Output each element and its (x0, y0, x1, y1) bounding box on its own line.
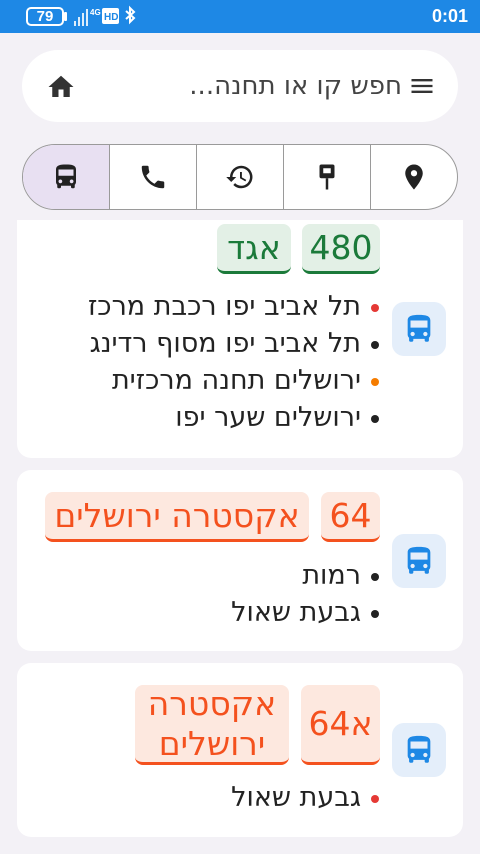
category-tabs (22, 144, 458, 210)
line-number-badge: 480 (302, 224, 380, 274)
menu-icon[interactable] (408, 72, 436, 100)
bus-stop-sign-icon (319, 164, 335, 190)
battery-indicator: 79 (26, 7, 64, 26)
bus-icon (407, 546, 431, 574)
hd-label: HD (104, 12, 118, 23)
route-card[interactable]: 64א אקסטרה ירושלים גבעת שאול (17, 663, 463, 837)
search-bar (22, 50, 458, 122)
operator-badge: אקסטרה ירושלים (45, 492, 309, 542)
stop-name: ירושלים תחנה מרכזית (111, 365, 361, 396)
home-icon[interactable] (46, 72, 76, 102)
signal-icon (74, 9, 88, 26)
battery-tip (64, 12, 67, 21)
clock: 0:01 (431, 6, 468, 26)
route-card[interactable]: 480 אגד תל אביב יפו רכבת מרכז תל אביב יפ… (17, 220, 463, 458)
network-type-label: 4G (90, 8, 101, 17)
bluetooth-icon (125, 5, 136, 25)
route-bus-icon (392, 534, 446, 588)
stop-name: תל אביב יפו רכבת מרכז (87, 291, 361, 322)
stop-dot (371, 341, 379, 349)
line-number-badge: 64 (321, 492, 380, 542)
list-item: גבעת שאול (231, 594, 379, 631)
bus-icon (407, 735, 431, 763)
tab-stops[interactable] (283, 145, 370, 209)
tab-buses[interactable] (23, 145, 109, 209)
route-bus-icon (392, 723, 446, 777)
stop-dot (371, 415, 379, 423)
status-icons: 4G HD (74, 5, 136, 26)
search-input[interactable] (102, 66, 402, 106)
stop-dot (371, 378, 379, 386)
operator-badge: אקסטרה ירושלים (135, 684, 289, 765)
list-item: ירושלים תחנה מרכזית (88, 362, 379, 399)
hd-icon: HD (102, 8, 119, 24)
status-bar: 79 4G HD 0:01 (0, 0, 480, 33)
stop-dot (371, 610, 379, 618)
list-item: ירושלים שער יפו (88, 399, 379, 436)
list-item: גבעת שאול (231, 779, 379, 816)
list-item: תל אביב יפו רכבת מרכז (88, 288, 379, 325)
bus-icon (56, 164, 76, 189)
stop-name: גבעת שאול (231, 782, 361, 813)
route-bus-icon (392, 302, 446, 356)
operator-badge: אגד (217, 224, 291, 274)
stop-dot (371, 573, 379, 581)
bus-icon (407, 314, 431, 342)
stop-dot (371, 304, 379, 312)
stop-list: תל אביב יפו רכבת מרכז תל אביב יפו מסוף ר… (88, 288, 379, 436)
stop-name: תל אביב יפו מסוף רדינג (89, 328, 361, 359)
route-card[interactable]: 64 אקסטרה ירושלים רמות גבעת שאול (17, 470, 463, 651)
stop-list: רמות גבעת שאול (231, 557, 379, 631)
history-icon (226, 165, 253, 189)
tab-history[interactable] (196, 145, 283, 209)
location-pin-icon (405, 164, 423, 190)
line-number-badge: 64א (301, 685, 380, 765)
stop-name: רמות (302, 560, 361, 591)
tab-location[interactable] (370, 145, 457, 209)
stop-dot (371, 795, 379, 803)
tab-phone[interactable] (109, 145, 196, 209)
stop-list: גבעת שאול (231, 779, 379, 816)
stop-name: ירושלים שער יפו (175, 402, 361, 433)
phone-icon (141, 165, 165, 189)
stop-name: גבעת שאול (231, 597, 361, 628)
list-item: תל אביב יפו מסוף רדינג (88, 325, 379, 362)
list-item: רמות (231, 557, 379, 594)
